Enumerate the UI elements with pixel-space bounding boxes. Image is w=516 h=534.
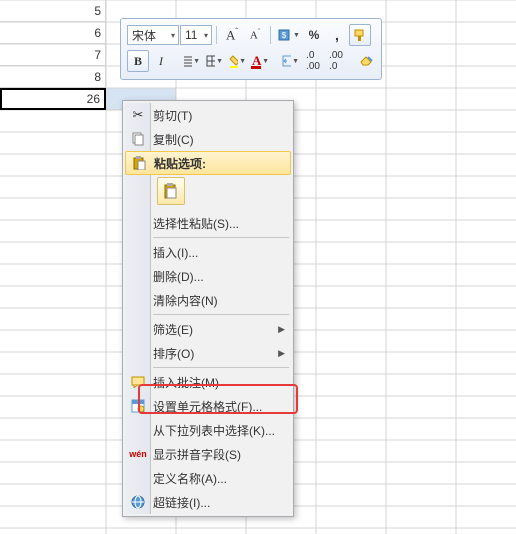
menu-cut[interactable]: ✂ 剪切(T) xyxy=(125,103,291,127)
menu-hyperlink[interactable]: 超链接(I)... xyxy=(125,490,291,514)
font-size-select[interactable]: 11 xyxy=(180,25,212,45)
menu-label: 超链接(I)... xyxy=(151,494,291,511)
menu-label: 显示拼音字段(S) xyxy=(151,446,291,463)
borders-button[interactable]: ▼ xyxy=(203,50,225,72)
menu-label: 删除(D)... xyxy=(151,268,291,285)
paste-options-area xyxy=(125,175,291,211)
menu-label: 排序(O) xyxy=(151,345,278,362)
menu-insert[interactable]: 插入(I)... xyxy=(125,240,291,264)
percent-button[interactable]: % xyxy=(303,24,325,46)
accounting-format-button[interactable]: $▼ xyxy=(275,24,302,46)
decrease-font-button[interactable]: Aˇ xyxy=(244,24,266,46)
menu-label: 剪切(T) xyxy=(151,107,291,124)
menu-clear[interactable]: 清除内容(N) xyxy=(125,288,291,312)
menu-insert-comment[interactable]: 插入批注(M) xyxy=(125,370,291,394)
menu-label: 清除内容(N) xyxy=(151,292,291,309)
context-menu: ✂ 剪切(T) 复制(C) 粘贴选项: 选择性粘贴(S)... 插入(I)...… xyxy=(122,100,294,517)
menu-label: 定义名称(A)... xyxy=(151,470,291,487)
font-color-button[interactable]: A▼ xyxy=(249,50,271,72)
align-button[interactable]: ▼ xyxy=(180,50,202,72)
menu-label: 插入(I)... xyxy=(151,244,291,261)
menu-label: 复制(C) xyxy=(151,131,291,148)
menu-copy[interactable]: 复制(C) xyxy=(125,127,291,151)
font-name: 宋体 xyxy=(132,27,156,44)
menu-label: 筛选(E) xyxy=(151,321,278,338)
menu-delete[interactable]: 删除(D)... xyxy=(125,264,291,288)
svg-text:$: $ xyxy=(282,31,287,40)
format-painter-button[interactable] xyxy=(349,24,371,46)
font-size: 11 xyxy=(185,28,197,42)
clear-format-button[interactable] xyxy=(355,50,377,72)
menu-label: 插入批注(M) xyxy=(151,374,291,391)
italic-button[interactable]: I xyxy=(150,50,172,72)
bold-button[interactable]: B xyxy=(127,50,149,72)
paste-icon xyxy=(126,156,152,170)
pinyin-icon: wén xyxy=(125,449,151,459)
format-cells-icon xyxy=(125,399,151,413)
decrease-decimal-button[interactable]: .00.0 xyxy=(325,50,347,72)
hyperlink-icon xyxy=(125,495,151,509)
menu-define-name[interactable]: 定义名称(A)... xyxy=(125,466,291,490)
menu-pick-from-list[interactable]: 从下拉列表中选择(K)... xyxy=(125,418,291,442)
fill-color-button[interactable]: ▼ xyxy=(226,50,248,72)
submenu-arrow-icon: ▶ xyxy=(278,348,291,359)
submenu-arrow-icon: ▶ xyxy=(278,324,291,335)
menu-paste-options[interactable]: 粘贴选项: xyxy=(125,151,291,175)
menu-label: 设置单元格格式(F)... xyxy=(151,398,291,415)
menu-paste-special[interactable]: 选择性粘贴(S)... xyxy=(125,211,291,235)
comment-icon xyxy=(125,376,151,388)
mini-toolbar: 宋体 11 Aˆ Aˇ $▼ % , B I ▼ ▼ ▼ A▼ ▼ .0.00 … xyxy=(120,18,382,80)
cut-icon: ✂ xyxy=(125,107,151,123)
menu-filter[interactable]: 筛选(E) ▶ xyxy=(125,317,291,341)
comma-button[interactable]: , xyxy=(326,24,348,46)
merge-button[interactable]: ▼ xyxy=(279,50,301,72)
menu-label: 从下拉列表中选择(K)... xyxy=(151,422,291,439)
copy-icon xyxy=(125,132,151,146)
menu-show-pinyin[interactable]: wén 显示拼音字段(S) xyxy=(125,442,291,466)
selected-cell[interactable]: 26 xyxy=(0,88,106,110)
increase-font-button[interactable]: Aˆ xyxy=(221,24,243,46)
menu-format-cells[interactable]: 设置单元格格式(F)... xyxy=(125,394,291,418)
menu-label: 粘贴选项: xyxy=(152,155,290,172)
font-select[interactable]: 宋体 xyxy=(127,25,179,45)
increase-decimal-button[interactable]: .0.00 xyxy=(302,50,324,72)
paste-option-button[interactable] xyxy=(157,177,185,205)
menu-label: 选择性粘贴(S)... xyxy=(151,215,291,232)
menu-sort[interactable]: 排序(O) ▶ xyxy=(125,341,291,365)
